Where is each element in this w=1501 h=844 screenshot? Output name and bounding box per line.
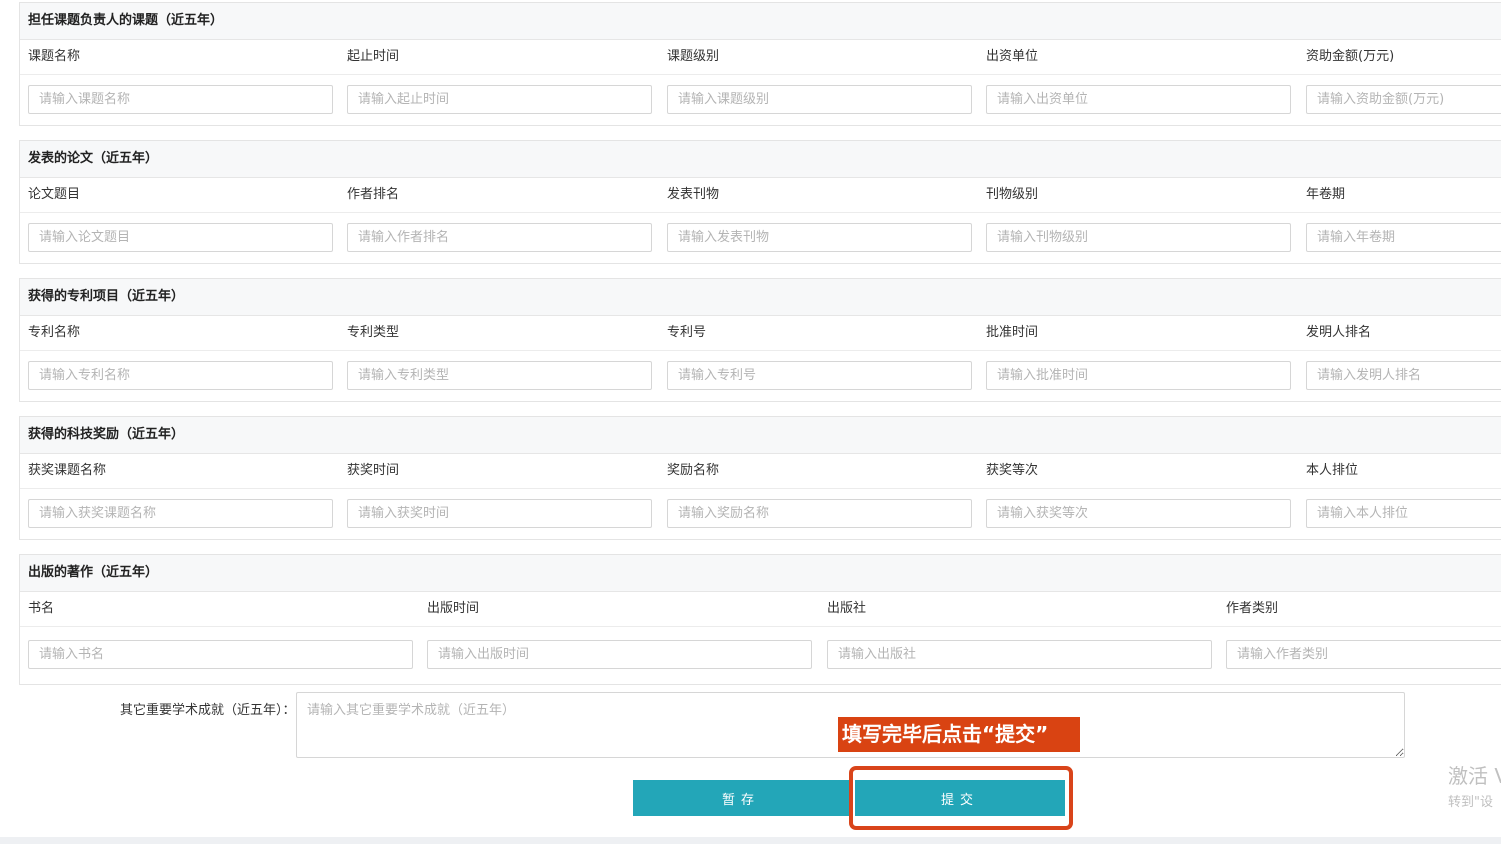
- approval-date-input[interactable]: [986, 361, 1291, 390]
- section-title: 获得的专利项目（近五年）: [20, 279, 1501, 316]
- column-header: 论文题目: [28, 187, 81, 202]
- column-header: 批准时间: [986, 325, 1039, 340]
- input-row: [20, 351, 1501, 401]
- project-funder-input[interactable]: [986, 85, 1291, 114]
- column-header: 获奖课题名称: [28, 463, 107, 478]
- paper-title-input[interactable]: [28, 223, 333, 252]
- section-papers: 发表的论文（近五年） 论文题目 作者排名 发表刊物 刊物级别 年卷期: [19, 140, 1501, 264]
- input-row: [20, 75, 1501, 125]
- section-projects: 担任课题负责人的课题（近五年） 课题名称 起止时间 课题级别 出资单位 资助金额…: [19, 2, 1501, 126]
- submit-button[interactable]: 提交: [855, 780, 1065, 816]
- column-header: 刊物级别: [986, 187, 1039, 202]
- column-header: 奖励名称: [667, 463, 720, 478]
- section-books: 出版的著作（近五年） 书名 出版时间 出版社 作者类别: [19, 554, 1501, 685]
- column-header: 起止时间: [347, 49, 400, 64]
- column-header: 获奖时间: [347, 463, 400, 478]
- column-header: 作者排名: [347, 187, 400, 202]
- project-amount-input[interactable]: [1306, 85, 1501, 114]
- header-row: 课题名称 起止时间 课题级别 出资单位 资助金额(万元): [20, 40, 1501, 75]
- column-header: 资助金额(万元): [1306, 49, 1395, 64]
- column-header: 书名: [28, 601, 55, 616]
- project-period-input[interactable]: [347, 85, 652, 114]
- own-rank-input[interactable]: [1306, 499, 1501, 528]
- header-row: 专利名称 专利类型 专利号 批准时间 发明人排名: [20, 316, 1501, 351]
- patent-number-input[interactable]: [667, 361, 972, 390]
- column-header: 发明人排名: [1306, 325, 1372, 340]
- input-row: [20, 489, 1501, 539]
- other-achievements-label: 其它重要学术成就（近五年）：: [120, 703, 296, 718]
- award-grade-input[interactable]: [986, 499, 1291, 528]
- column-header: 作者类别: [1226, 601, 1279, 616]
- watermark-line-2: 转到"设: [1448, 795, 1493, 810]
- patent-name-input[interactable]: [28, 361, 333, 390]
- section-title: 获得的科技奖励（近五年）: [20, 417, 1501, 454]
- input-row: [20, 213, 1501, 263]
- column-header: 专利类型: [347, 325, 400, 340]
- column-header: 年卷期: [1306, 187, 1346, 202]
- award-name-input[interactable]: [667, 499, 972, 528]
- journal-level-input[interactable]: [986, 223, 1291, 252]
- column-header: 发表刊物: [667, 187, 720, 202]
- author-type-input[interactable]: [1226, 640, 1501, 669]
- column-header: 课题级别: [667, 49, 720, 64]
- inventor-rank-input[interactable]: [1306, 361, 1501, 390]
- column-header: 专利名称: [28, 325, 81, 340]
- column-header: 专利号: [667, 325, 707, 340]
- column-header: 本人排位: [1306, 463, 1359, 478]
- award-project-input[interactable]: [28, 499, 333, 528]
- bottom-strip: [0, 837, 1501, 844]
- header-row: 论文题目 作者排名 发表刊物 刊物级别 年卷期: [20, 178, 1501, 213]
- project-level-input[interactable]: [667, 85, 972, 114]
- watermark-line-1: 激活 V: [1448, 764, 1501, 788]
- column-header: 出版时间: [427, 601, 480, 616]
- section-title: 担任课题负责人的课题（近五年）: [20, 3, 1501, 40]
- volume-issue-input[interactable]: [1306, 223, 1501, 252]
- instruction-annotation: 填写完毕后点击“提交”: [838, 717, 1080, 752]
- column-header: 课题名称: [28, 49, 81, 64]
- column-header: 出版社: [827, 601, 867, 616]
- section-title: 出版的著作（近五年）: [20, 555, 1501, 592]
- author-rank-input[interactable]: [347, 223, 652, 252]
- activation-watermark: 激活 V 转到"设: [1448, 760, 1501, 810]
- patent-type-input[interactable]: [347, 361, 652, 390]
- project-name-input[interactable]: [28, 85, 333, 114]
- column-header: 出资单位: [986, 49, 1039, 64]
- section-patents: 获得的专利项目（近五年） 专利名称 专利类型 专利号 批准时间 发明人排名: [19, 278, 1501, 402]
- book-title-input[interactable]: [28, 640, 413, 669]
- save-draft-button[interactable]: 暂存: [633, 780, 849, 816]
- publish-date-input[interactable]: [427, 640, 812, 669]
- section-awards: 获得的科技奖励（近五年） 获奖课题名称 获奖时间 奖励名称 获奖等次 本人排位: [19, 416, 1501, 540]
- header-row: 获奖课题名称 获奖时间 奖励名称 获奖等次 本人排位: [20, 454, 1501, 489]
- journal-input[interactable]: [667, 223, 972, 252]
- section-title: 发表的论文（近五年）: [20, 141, 1501, 178]
- column-header: 获奖等次: [986, 463, 1039, 478]
- publisher-input[interactable]: [827, 640, 1212, 669]
- header-row: 书名 出版时间 出版社 作者类别: [20, 592, 1501, 627]
- award-date-input[interactable]: [347, 499, 652, 528]
- input-row: [20, 627, 1501, 684]
